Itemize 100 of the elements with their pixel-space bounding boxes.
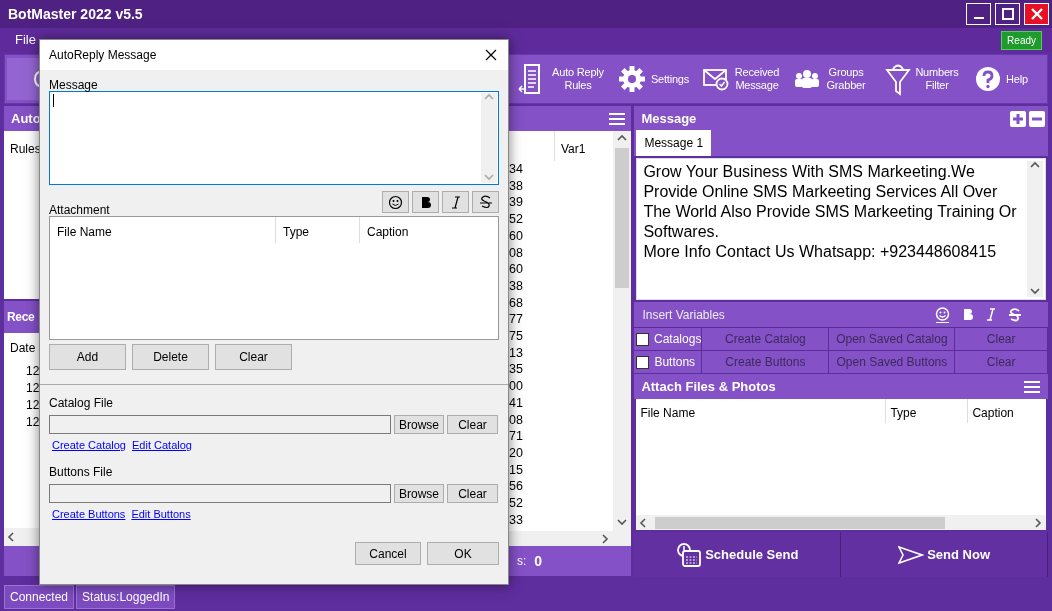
status-text: Status:LoggedIn [76,585,176,609]
column-header: File Name [50,217,276,243]
status-badge: Ready [1001,30,1042,50]
bold-icon[interactable] [962,308,974,321]
menu-icon[interactable] [609,112,626,125]
table-cell: 52 [509,495,523,512]
bold-icon [419,195,432,209]
clear-button[interactable]: Clear [447,483,498,503]
browse-button[interactable]: Browse [394,483,444,503]
panel-title: Message [641,109,697,128]
table-cell: 71 [509,428,523,445]
table-cell: 75 [509,328,523,345]
table-cell: 00 [509,378,523,395]
toolbar-button[interactable]: Numbers Filter [885,62,959,96]
strikethrough-icon[interactable] [1008,307,1022,322]
strikethrough-button[interactable] [472,191,499,213]
field-label: Buttons File [49,463,114,481]
checkbox-label: Buttons [654,354,696,371]
checkbox-label: Catalogs [654,331,702,348]
table-cell: 77 [509,311,523,329]
toolbar-button[interactable]: Auto Reply Rules [517,63,605,95]
cancel-button[interactable]: Cancel [355,542,421,565]
horizontal-scrollbar[interactable] [636,515,1046,530]
menu-icon[interactable] [1024,380,1040,393]
envelope-icon [703,67,729,91]
link[interactable]: Create Catalog [52,437,126,454]
column-header: Type [276,217,360,243]
remove-icon[interactable] [1029,110,1045,127]
file-path-field[interactable] [49,483,391,503]
calendar-clock-icon [676,541,703,568]
link[interactable]: Create Buttons [52,505,126,522]
dialog-title: AutoReply Message [49,47,157,64]
strikethrough-icon [478,195,493,209]
tab[interactable]: Message 1 [636,130,712,156]
clear-button[interactable]: Clear [447,415,498,434]
link[interactable]: Edit Buttons [131,505,191,522]
table-cell: 12 [26,414,40,431]
emoji-button[interactable] [382,191,409,213]
dialog-button[interactable]: Clear [215,344,292,370]
table-cell: 38 [509,177,523,195]
italic-button[interactable] [442,191,469,213]
dialog-button[interactable]: Delete [132,344,209,370]
table-cell: 13 [509,344,523,362]
table-cell: 39 [509,194,523,212]
column-header: Rules [10,142,41,156]
file-path-field[interactable] [49,415,391,434]
table-cell: 12 [26,397,40,414]
browse-button[interactable]: Browse [394,415,444,434]
dialog-button[interactable]: Add [49,344,126,370]
toolbar-button[interactable]: Help [975,66,1029,92]
table-cell: 52 [509,211,523,228]
column-header: File Name [636,399,887,423]
column-header: Caption [366,224,410,241]
link[interactable]: Edit Catalog [132,437,192,454]
count-value: 0 [534,551,543,571]
table-cell: 38 [509,277,523,295]
window-title: BotMaster 2022 v5.5 [8,4,143,24]
send-icon [898,544,925,565]
emoji-icon[interactable] [935,306,950,323]
toolbar-button[interactable]: Settings [619,66,691,92]
table-cell: 12 [26,363,40,380]
table-cell: 08 [509,244,523,262]
help-icon [975,66,1001,92]
message-field[interactable]: Grow Your Business With SMS Markeeting.We Provide Online SMS Markeeting Services All Over The World Also Provide SMS Markeeting Training Or Softwares. More Info Contact Us Whatsapp: +923448608415 [636,158,1046,300]
add-icon[interactable] [1010,110,1026,127]
ok-button[interactable]: OK [427,542,499,565]
scroll-left-icon[interactable] [7,532,17,542]
field-label: Message [49,78,98,92]
panel-title: Auto [11,109,41,128]
table-cell: 68 [509,294,523,312]
vertical-scrollbar[interactable] [613,131,632,546]
table-cell: 35 [509,361,523,379]
panel-title: Rece [7,309,35,326]
checkbox[interactable] [636,355,650,369]
scroll-down-icon[interactable] [1030,287,1040,297]
toolbar-button[interactable]: Groups Grabber [793,66,867,92]
maximize-icon[interactable] [995,3,1020,25]
menu-item[interactable]: File [15,30,36,50]
table-cell: 60 [509,261,523,278]
table-cell: 20 [509,444,523,462]
bold-button[interactable] [412,191,439,213]
column-header: Type [886,399,969,423]
toolbar-button[interactable]: Received Message [703,66,781,92]
group-icon [793,69,821,89]
minimize-icon[interactable] [966,3,991,25]
insert-variables-label: Insert Variables [642,306,725,324]
table-cell: 34 [509,161,523,178]
scroll-right-icon[interactable] [600,533,611,544]
scroll-right-icon[interactable] [1033,517,1043,528]
table-cell: 33 [509,511,523,529]
table-cell: 60 [509,227,523,245]
scroll-down-icon[interactable] [617,518,628,528]
italic-icon[interactable] [986,308,996,321]
column-header: Var1 [560,141,587,158]
close-icon[interactable] [485,49,497,61]
checkbox[interactable] [636,332,649,346]
table-cell: 41 [509,394,523,412]
gear-icon [619,66,645,92]
column-header: Date [10,340,36,357]
panel-title: Attach Files & Photos [641,377,776,396]
